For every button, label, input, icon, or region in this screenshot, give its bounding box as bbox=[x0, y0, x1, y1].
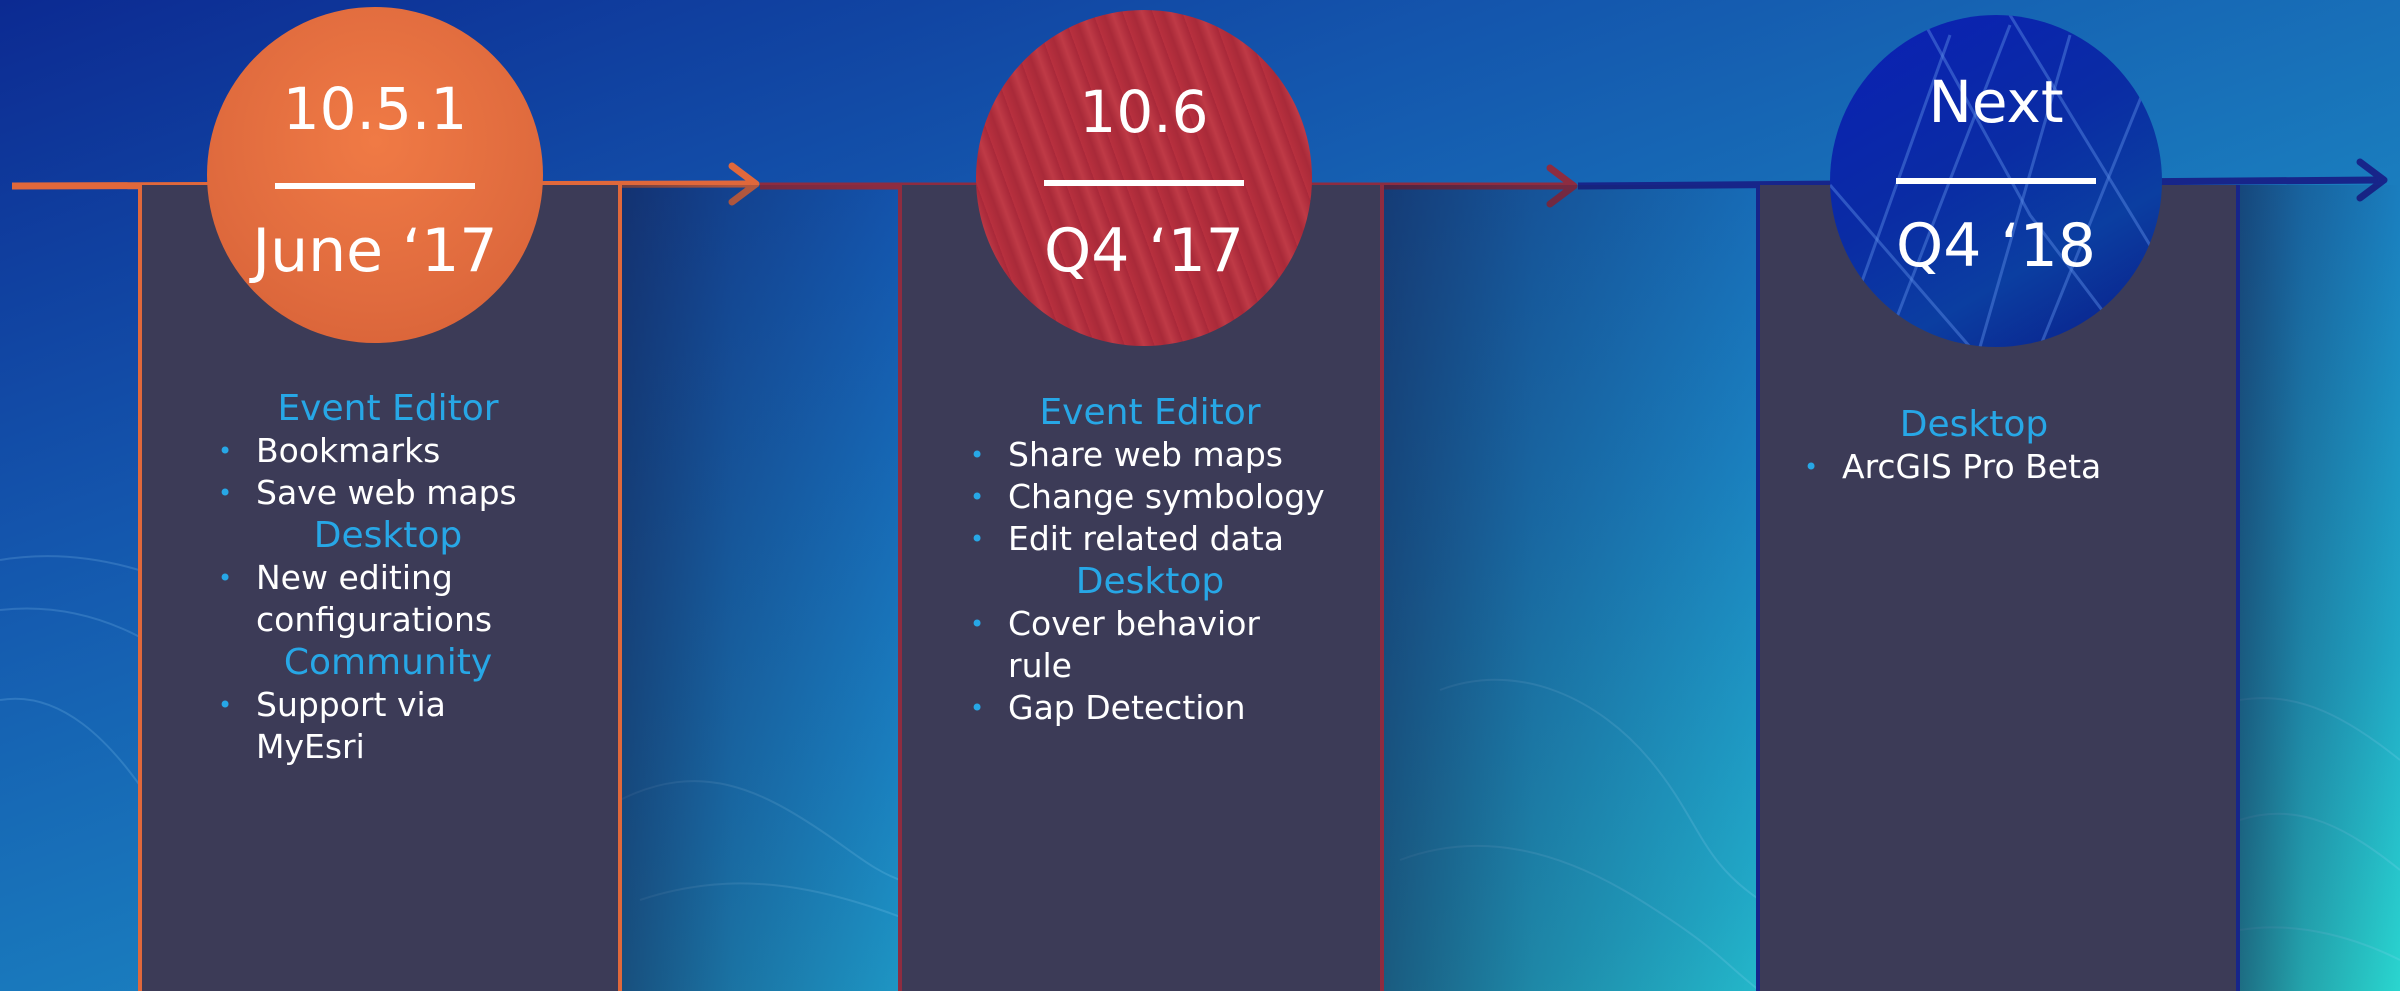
card-shadow bbox=[1384, 185, 1756, 991]
release-badge-10-5-1: 10.5.1 June ‘17 bbox=[207, 7, 543, 343]
list-item: Edit related data bbox=[970, 518, 1330, 560]
list-item: Gap Detection bbox=[970, 687, 1330, 729]
roadmap-slide: 10.5.1 June ‘17 10.6 Q4 ‘17 Next Q4 ‘18 … bbox=[0, 0, 2400, 991]
card-shadow bbox=[622, 185, 898, 991]
card-shadow bbox=[2240, 185, 2400, 991]
list-item: Support via MyEsri bbox=[218, 684, 558, 768]
feature-list: New editing configurations bbox=[218, 557, 558, 641]
section-heading: Community bbox=[283, 642, 493, 683]
release-badge-next: Next Q4 ‘18 bbox=[1830, 15, 2162, 347]
feature-list: Share web maps Change symbology Edit rel… bbox=[970, 434, 1330, 560]
release-version: 10.5.1 bbox=[282, 75, 468, 143]
release-content-10-5-1: Event Editor Bookmarks Save web maps Des… bbox=[218, 387, 558, 768]
badge-divider bbox=[1044, 180, 1244, 186]
list-item: New editing configurations bbox=[218, 557, 492, 641]
release-version: Next bbox=[1928, 68, 2064, 136]
list-item: ArcGIS Pro Beta bbox=[1804, 446, 2144, 488]
section-heading: Event Editor bbox=[1039, 392, 1261, 433]
list-item: Change symbology bbox=[970, 476, 1330, 518]
list-item: Share web maps bbox=[970, 434, 1330, 476]
release-badge-10-6: 10.6 Q4 ‘17 bbox=[976, 10, 1312, 346]
release-date: Q4 ‘18 bbox=[1896, 211, 2096, 281]
release-version: 10.6 bbox=[1079, 78, 1209, 146]
section-heading: Event Editor bbox=[277, 388, 499, 429]
list-item: Cover behavior rule bbox=[970, 603, 1330, 687]
feature-list: Cover behavior rule Gap Detection bbox=[970, 603, 1330, 729]
badge-divider bbox=[275, 183, 475, 189]
list-item: Save web maps bbox=[218, 472, 558, 514]
feature-list: Support via MyEsri bbox=[218, 684, 558, 768]
release-content-next: Desktop ArcGIS Pro Beta bbox=[1804, 403, 2144, 488]
release-date: Q4 ‘17 bbox=[1044, 216, 1244, 286]
section-heading: Desktop bbox=[1899, 404, 2049, 445]
feature-list: ArcGIS Pro Beta bbox=[1804, 446, 2144, 488]
release-date: June ‘17 bbox=[252, 216, 498, 286]
release-content-10-6: Event Editor Share web maps Change symbo… bbox=[970, 391, 1330, 729]
badge-divider bbox=[1896, 178, 2096, 184]
section-heading: Desktop bbox=[313, 515, 463, 556]
feature-list: Bookmarks Save web maps bbox=[218, 430, 558, 514]
list-item: Bookmarks bbox=[218, 430, 558, 472]
section-heading: Desktop bbox=[1075, 561, 1225, 602]
